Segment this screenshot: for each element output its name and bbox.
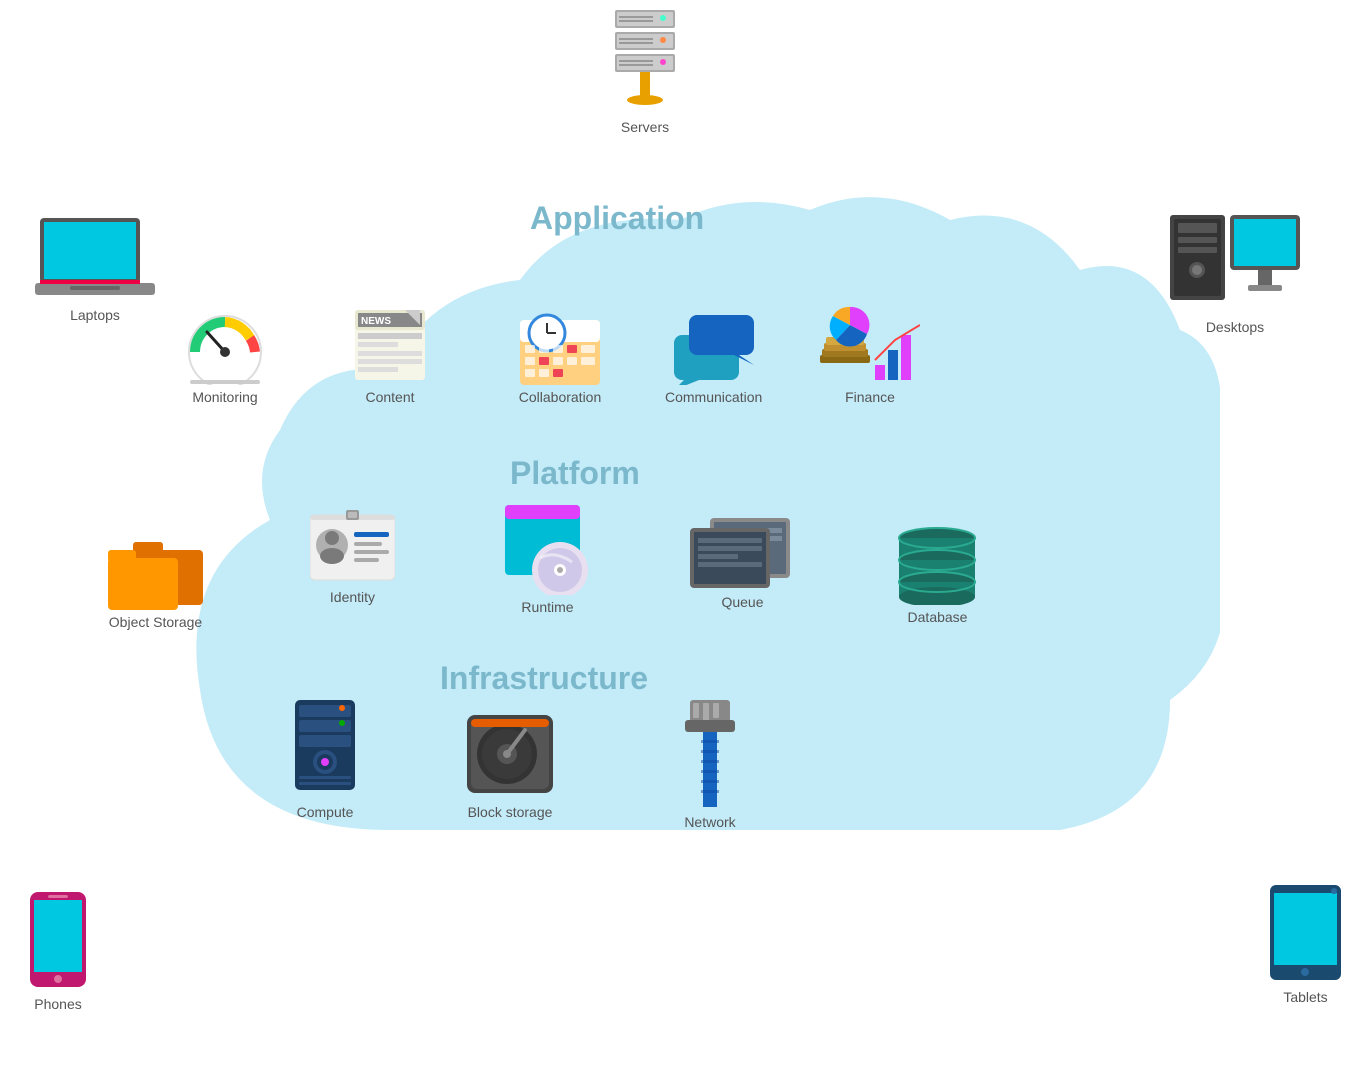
network-item: Network [675,700,745,830]
laptops-item: Laptops [35,218,155,323]
communication-label: Communication [665,389,762,405]
finance-item: Finance [820,305,920,405]
phones-item: Phones [28,892,88,1012]
desktops-label: Desktops [1206,319,1264,335]
phones-label: Phones [34,996,81,1012]
identity-item: Identity [310,510,395,605]
monitoring-label: Monitoring [192,389,257,405]
tablets-icon [1268,885,1343,985]
laptops-icon [35,218,155,303]
application-section-label: Application [530,200,704,237]
queue-icon [690,510,795,590]
svg-text:NEWS: NEWS [361,316,391,327]
monitoring-icon [185,310,265,385]
compute-icon [285,700,365,800]
database-label: Database [908,609,968,625]
block-storage-item: Block storage [465,710,555,820]
servers-item: Servers [605,10,685,135]
compute-label: Compute [297,804,354,820]
object-storage-item: Object Storage [108,530,203,630]
finance-icon [820,305,920,385]
desktops-icon [1170,215,1300,315]
compute-item: Compute [285,700,365,820]
phones-icon [28,892,88,992]
runtime-item: Runtime [500,500,595,615]
object-storage-label: Object Storage [109,614,202,630]
desktops-item: Desktops [1170,215,1300,335]
identity-icon [310,510,395,585]
collaboration-label: Collaboration [519,389,602,405]
servers-icon [605,10,685,115]
queue-item: Queue [690,510,795,610]
communication-icon [669,310,759,385]
block-storage-label: Block storage [468,804,553,820]
content-icon: NEWS [350,305,430,385]
cloud-background [120,130,1220,980]
content-item: NEWS Content [350,305,430,405]
runtime-icon [500,500,595,595]
database-item: Database [895,520,980,625]
platform-section-label: Platform [510,455,640,492]
infrastructure-section-label: Infrastructure [440,660,648,697]
network-icon [675,700,745,810]
queue-label: Queue [721,594,763,610]
network-label: Network [684,814,735,830]
block-storage-icon [465,710,555,800]
runtime-label: Runtime [521,599,573,615]
tablets-label: Tablets [1283,989,1327,1005]
collaboration-icon [515,305,605,385]
tablets-item: Tablets [1268,885,1343,1005]
monitoring-item: Monitoring [185,310,265,405]
collaboration-item: Collaboration [515,305,605,405]
database-icon [895,520,980,605]
servers-label: Servers [621,119,669,135]
communication-item: Communication [665,310,762,405]
laptops-label: Laptops [70,307,120,323]
finance-label: Finance [845,389,895,405]
identity-label: Identity [330,589,375,605]
content-label: Content [365,389,414,405]
object-storage-icon [108,530,203,610]
